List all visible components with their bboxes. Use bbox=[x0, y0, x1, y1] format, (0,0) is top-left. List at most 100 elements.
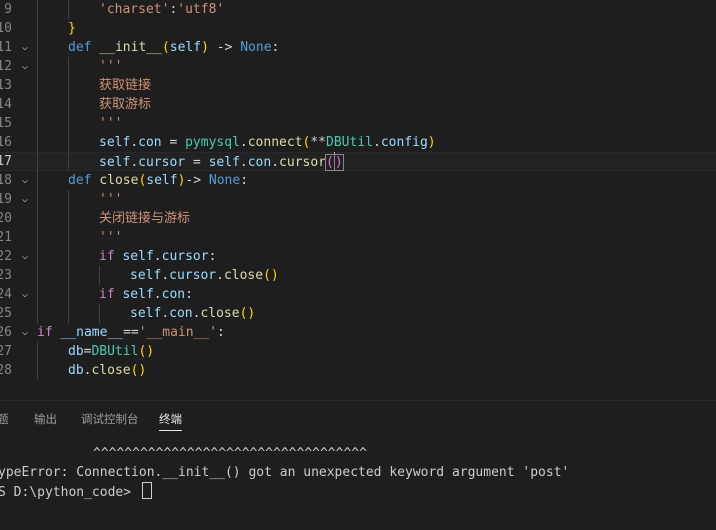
code-token: ) bbox=[201, 40, 209, 55]
code-line[interactable]: 9 'charset':'utf8' bbox=[0, 0, 716, 19]
code-token: config bbox=[380, 135, 428, 150]
indent-guide bbox=[37, 57, 38, 76]
code-token: self bbox=[169, 40, 202, 55]
code-line[interactable]: 24 ⌵ if self.con: bbox=[0, 285, 716, 304]
tab-debug-console[interactable]: 调试控制台 bbox=[81, 411, 139, 430]
code-token: () bbox=[130, 363, 147, 378]
code-token: ''' bbox=[99, 116, 123, 131]
code-line[interactable]: 27 db=DBUtil() bbox=[0, 342, 716, 361]
fold-chevron-icon[interactable]: ⌵ bbox=[18, 38, 32, 57]
code-token: None bbox=[240, 40, 272, 55]
indent-guide bbox=[37, 0, 38, 19]
indent-guide bbox=[68, 95, 69, 114]
code-token: : bbox=[240, 173, 249, 188]
tab-output[interactable]: 输出 bbox=[34, 411, 57, 430]
code-token: } bbox=[68, 21, 76, 36]
code-token: . bbox=[161, 306, 170, 321]
code-line[interactable]: 19 ⌵ ''' bbox=[0, 190, 716, 209]
code-line[interactable]: 15 ''' bbox=[0, 114, 716, 133]
fold-chevron-icon[interactable]: ⌵ bbox=[18, 323, 32, 342]
code-token: . bbox=[130, 135, 139, 150]
code-line[interactable]: 21 ''' bbox=[0, 228, 716, 247]
code-line[interactable]: 17 self.cursor = self.con.cursor() bbox=[0, 152, 716, 171]
bottom-panel: 题 输出 调试控制台 终端 ^^^^^^^^^^^^^^^^^^^^^^^^^^… bbox=[0, 400, 716, 530]
code-text: self.con = pymysql.connect(**DBUtil.conf… bbox=[99, 133, 436, 152]
code-line[interactable]: 10} bbox=[0, 19, 716, 38]
indent-guide bbox=[37, 152, 38, 171]
fold-chevron-icon[interactable]: ⌵ bbox=[18, 171, 32, 190]
code-text: 获取链接 bbox=[99, 76, 151, 95]
code-line[interactable]: 28 db.close() bbox=[0, 361, 716, 380]
line-number: 22 bbox=[0, 249, 12, 264]
panel-tabs: 题 输出 调试控制台 终端 bbox=[0, 401, 716, 437]
code-line[interactable]: 18 ⌵ def close(self)-> None: bbox=[0, 171, 716, 190]
code-text: 关闭链接与游标 bbox=[99, 209, 190, 228]
code-token: : bbox=[208, 249, 217, 264]
indent-guide bbox=[68, 133, 69, 152]
code-line[interactable]: 14 获取游标 bbox=[0, 95, 716, 114]
indent-guide bbox=[68, 76, 69, 95]
code-text: ''' bbox=[99, 190, 122, 209]
code-token: ''' bbox=[99, 230, 123, 245]
code-token: con bbox=[161, 287, 186, 302]
code-token: db bbox=[68, 344, 84, 359]
indent-guide bbox=[99, 304, 100, 323]
code-token: == bbox=[123, 325, 139, 340]
indent-guide bbox=[68, 57, 69, 76]
code-token: DBUtil bbox=[326, 135, 373, 150]
code-line[interactable]: 20 关闭链接与游标 bbox=[0, 209, 716, 228]
indent-guide bbox=[37, 190, 38, 209]
code-token: 关闭链接与游标 bbox=[99, 211, 191, 226]
indent-guide bbox=[68, 114, 69, 133]
indent-guide bbox=[37, 76, 38, 95]
fold-chevron-icon[interactable]: ⌵ bbox=[18, 285, 32, 304]
code-line[interactable]: 13 获取链接 bbox=[0, 76, 716, 95]
code-token: ( bbox=[161, 40, 170, 55]
code-token: . bbox=[239, 135, 248, 150]
code-token: ) bbox=[427, 135, 436, 150]
line-number: 13 bbox=[0, 78, 12, 93]
code-token: ''' bbox=[99, 59, 123, 74]
fold-chevron-icon[interactable]: ⌵ bbox=[18, 247, 32, 266]
line-number: 10 bbox=[0, 21, 12, 36]
fold-chevron-icon[interactable]: ⌵ bbox=[18, 57, 32, 76]
fold-chevron-icon[interactable]: ⌵ bbox=[18, 190, 32, 209]
code-line[interactable]: 11 ⌵ def __init__(self) -> None: bbox=[0, 38, 716, 57]
indent-guide bbox=[37, 171, 38, 190]
code-token: . bbox=[216, 268, 224, 283]
indent-guide bbox=[68, 228, 69, 247]
line-number: 15 bbox=[0, 116, 12, 131]
indent-guide bbox=[68, 285, 69, 304]
indent-guide bbox=[37, 247, 38, 266]
code-token: : bbox=[185, 287, 193, 302]
code-token: def bbox=[68, 40, 92, 55]
line-number: 28 bbox=[0, 363, 12, 378]
code-token: pymysql bbox=[185, 135, 240, 150]
code-line[interactable]: 23 self.cursor.close() bbox=[0, 266, 716, 285]
code-token: self bbox=[99, 155, 131, 170]
code-text: self.con.close() bbox=[130, 304, 255, 323]
line-number: 24 bbox=[0, 287, 12, 302]
code-token: () bbox=[263, 268, 279, 283]
code-line[interactable]: 12 ⌵ ''' bbox=[0, 57, 716, 76]
code-text: db=DBUtil() bbox=[68, 342, 154, 361]
indent-guide bbox=[37, 133, 38, 152]
code-line[interactable]: 26 ⌵ if __name__=='__main__': bbox=[0, 323, 716, 342]
indent-guide bbox=[68, 0, 69, 19]
code-line[interactable]: 25 self.con.close() bbox=[0, 304, 716, 323]
code-line[interactable]: 16 self.con = pymysql.connect(**DBUtil.co… bbox=[0, 133, 716, 152]
line-number: 9 bbox=[4, 2, 12, 17]
terminal-prompt-line[interactable]: S D:\python_code> bbox=[0, 482, 152, 502]
code-line[interactable]: 22 ⌵ if self.cursor: bbox=[0, 247, 716, 266]
indent-guide bbox=[37, 38, 38, 57]
code-editor[interactable]: 9'charset':'utf8' 10} 11 ⌵ def __init__(self… bbox=[0, 0, 716, 400]
code-token: def bbox=[68, 173, 92, 188]
tab-terminal[interactable]: 终端 bbox=[159, 411, 182, 431]
code-token: DBUtil bbox=[91, 344, 139, 359]
tab-problems[interactable]: 题 bbox=[0, 411, 9, 430]
code-text: ''' bbox=[99, 228, 122, 247]
code-text: if __name__=='__main__': bbox=[37, 323, 225, 342]
code-token: () bbox=[138, 344, 155, 359]
line-number: 12 bbox=[0, 59, 12, 74]
code-token: cursor bbox=[161, 249, 209, 264]
